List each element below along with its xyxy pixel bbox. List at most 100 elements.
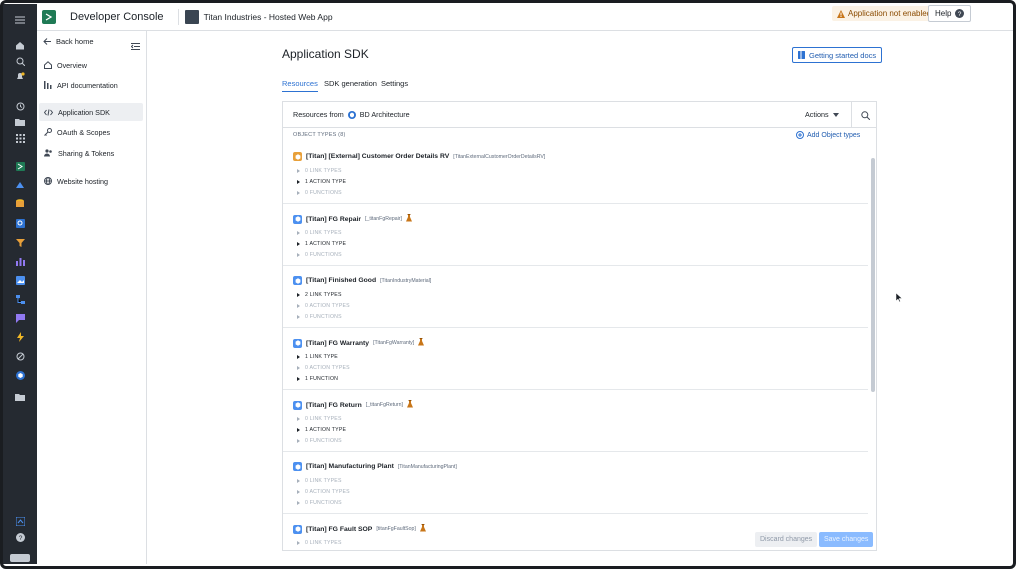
getting-started-docs-button[interactable]: Getting started docs — [792, 47, 883, 63]
data-connection-icon[interactable] — [3, 349, 37, 363]
add-object-types-label: Add Object types — [807, 131, 861, 139]
object-type-expandable-section[interactable]: 1 ACTION TYPE — [297, 179, 346, 185]
resources-from-label: Resources from — [293, 110, 344, 119]
object-type-expandable-section[interactable]: 0 FUNCTIONS — [297, 190, 342, 196]
help-label: Help — [935, 9, 952, 18]
sidebar-item-oauth-scopes[interactable]: OAuth & Scopes — [39, 123, 143, 141]
object-type-expandable-section[interactable]: 0 LINK TYPES — [297, 230, 342, 236]
help-button[interactable]: Help ? — [928, 5, 972, 22]
project-title[interactable]: Titan Industries - Hosted Web App — [204, 12, 333, 22]
object-type-expandable-section[interactable]: 0 ACTION TYPES — [297, 365, 350, 371]
object-type-icon — [293, 214, 302, 224]
object-type-name: [Titan] [External] Customer Order Detail… — [306, 153, 450, 160]
warning-icon — [837, 9, 845, 18]
object-type-expandable-section[interactable]: 0 LINK TYPES — [297, 540, 342, 546]
notifications-icon[interactable] — [3, 70, 37, 84]
discard-changes-button[interactable]: Discard changes — [755, 532, 818, 547]
experimental-flask-icon — [418, 338, 425, 348]
object-type-expandable-section[interactable]: 2 LINK TYPES — [297, 292, 342, 298]
object-type-row[interactable]: [Titan] Manufacturing Plant [TitanManufac… — [283, 452, 868, 514]
object-type-expandable-section[interactable]: 0 FUNCTIONS — [297, 252, 342, 258]
section-label: 0 LINK TYPES — [305, 168, 342, 174]
sidebar-item-api-documentation[interactable]: API documentation — [39, 76, 143, 94]
search-button[interactable] — [851, 102, 876, 128]
back-home-link[interactable]: Back home — [43, 37, 94, 46]
explore-icon[interactable] — [3, 216, 37, 230]
menu-icon[interactable] — [3, 13, 37, 27]
help-icon[interactable]: ? — [3, 530, 37, 544]
object-type-expandable-section[interactable]: 0 ACTION TYPES — [297, 303, 350, 309]
object-type-icon — [293, 338, 302, 348]
folder-icon[interactable] — [3, 115, 37, 129]
scrollbar[interactable] — [871, 158, 875, 392]
ontology-name[interactable]: BD Architecture — [360, 110, 410, 119]
caret-right-icon — [297, 293, 300, 297]
ontology-icon[interactable] — [3, 178, 37, 192]
resources-panel: Resources from BD Architecture Actions O… — [282, 101, 877, 551]
collapse-sidebar-icon[interactable] — [130, 37, 140, 55]
chat-icon[interactable] — [3, 311, 37, 325]
object-type-expandable-section[interactable]: 1 ACTION TYPE — [297, 241, 346, 247]
pipeline-icon[interactable] — [3, 292, 37, 306]
sidebar-item-sharing-tokens[interactable]: Sharing & Tokens — [39, 144, 143, 162]
database-icon[interactable] — [3, 197, 37, 211]
object-type-expandable-section[interactable]: 1 ACTION TYPE — [297, 427, 346, 433]
object-type-expandable-section[interactable]: 0 FUNCTIONS — [297, 438, 342, 444]
object-type-title: [Titan] Manufacturing Plant [TitanManufac… — [293, 462, 457, 471]
actions-menu-button[interactable]: Actions — [805, 110, 839, 119]
object-type-title: [Titan] Finished Good [TitanIndustryMater… — [293, 276, 431, 285]
arrow-left-icon — [43, 38, 51, 45]
section-label: 0 FUNCTIONS — [305, 190, 342, 196]
section-label: 0 LINK TYPES — [305, 230, 342, 236]
image-icon[interactable] — [3, 273, 37, 287]
object-type-row[interactable]: [Titan] FG Warranty [TitanFgWarranty] 1 LI… — [283, 328, 868, 390]
section-label: 1 ACTION TYPE — [305, 179, 347, 185]
object-type-expandable-section[interactable]: 0 FUNCTIONS — [297, 500, 342, 506]
tab-resources[interactable]: Resources — [282, 79, 318, 92]
object-type-expandable-section[interactable]: 0 FUNCTIONS — [297, 314, 342, 320]
caret-right-icon — [297, 242, 300, 246]
tab-settings[interactable]: Settings — [381, 79, 408, 91]
developer-console-icon[interactable] — [3, 159, 37, 173]
home-icon[interactable] — [3, 38, 37, 52]
account-icon[interactable] — [3, 514, 37, 528]
sidebar-item-website-hosting[interactable]: Website hosting — [39, 172, 143, 190]
cube-icon[interactable] — [3, 368, 37, 382]
sidebar-item-application-sdk[interactable]: Application SDK — [39, 103, 143, 121]
apps-grid-icon[interactable] — [3, 131, 37, 145]
sidebar-item-label: Overview — [57, 60, 87, 70]
object-type-expandable-section[interactable]: 1 FUNCTION — [297, 376, 338, 382]
sidebar-item-label: Website hosting — [57, 176, 109, 186]
section-label: 0 FUNCTIONS — [305, 438, 342, 444]
home-icon — [44, 61, 52, 69]
filter-icon[interactable] — [3, 235, 37, 249]
caret-right-icon — [297, 355, 300, 359]
analytics-icon[interactable] — [3, 254, 37, 268]
object-type-expandable-section[interactable]: 0 LINK TYPES — [297, 168, 342, 174]
object-type-expandable-section[interactable]: 0 LINK TYPES — [297, 478, 342, 484]
actions-label: Actions — [805, 110, 829, 119]
add-object-types-button[interactable]: Add Object types — [796, 131, 860, 139]
sidebar-item-overview[interactable]: Overview — [39, 56, 143, 74]
object-type-expandable-section[interactable]: 0 LINK TYPES — [297, 416, 342, 422]
object-type-row[interactable]: [Titan] FG Return [_titanFgReturn] 0 LINK … — [283, 390, 868, 452]
object-type-row[interactable]: [Titan] Finished Good [TitanIndustryMater… — [283, 266, 868, 328]
history-icon[interactable] — [3, 99, 37, 113]
docs-button-label: Getting started docs — [809, 50, 877, 60]
object-type-icon — [293, 276, 302, 285]
object-type-expandable-section[interactable]: 1 LINK TYPE — [297, 354, 338, 360]
user-avatar[interactable] — [3, 551, 37, 565]
files-icon[interactable] — [3, 390, 37, 404]
object-type-row[interactable]: [Titan] [External] Customer Order Detail… — [283, 142, 868, 204]
object-type-row[interactable]: [Titan] FG Repair [_titanFgRepair] 0 LINK … — [283, 204, 868, 266]
save-changes-button[interactable]: Save changes — [819, 532, 874, 547]
lightning-icon[interactable] — [3, 330, 37, 344]
object-type-api-name: [TitanManufacturingPlant] — [397, 463, 457, 470]
search-icon[interactable] — [3, 54, 37, 68]
search-icon — [860, 110, 870, 120]
object-type-icon — [293, 524, 302, 534]
application-status-badge[interactable]: Application not enabled — [832, 6, 937, 21]
sidebar-item-label: API documentation — [57, 80, 118, 90]
object-type-expandable-section[interactable]: 0 ACTION TYPES — [297, 489, 350, 495]
tab-sdk-generation[interactable]: SDK generation — [324, 79, 377, 91]
